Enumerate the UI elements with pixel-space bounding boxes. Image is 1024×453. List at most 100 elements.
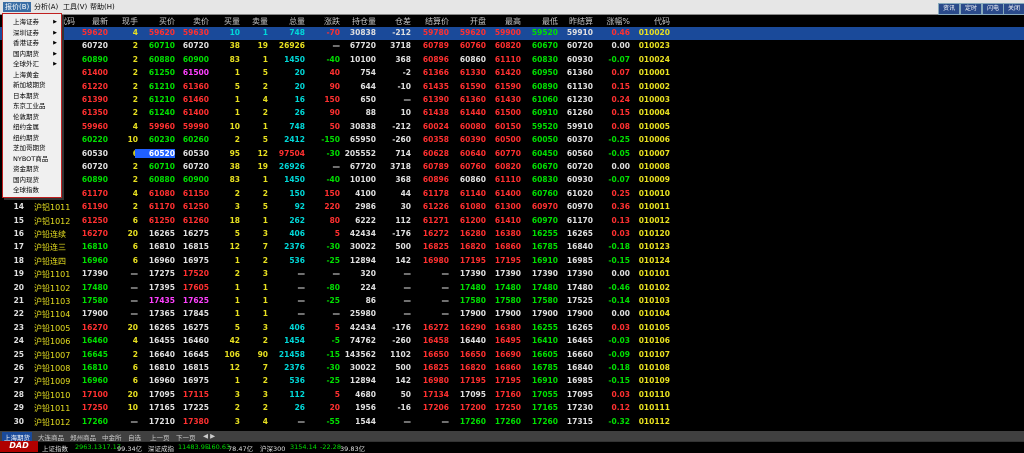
table-cell: 17900 (494, 309, 521, 319)
table-row[interactable]: 61350 2 61240 61400 1 2 26 90 88 10 61438 61440 6150… (0, 107, 1024, 120)
table-row[interactable]: 60720 2 60710 60720 38 19 26926—67720 3718 60789… (0, 161, 1024, 174)
header-cell[interactable]: 卖量 (228, 16, 268, 27)
table-row[interactable]: 59960 4 59960 59990 10 1 748 50 30838 -212 60024 60… (0, 121, 1024, 134)
submenu-arrow-icon: ▶ (53, 29, 57, 36)
table-cell: 0.15 (611, 81, 630, 91)
context-menu-item[interactable]: 东京工业品 (13, 101, 59, 111)
table-cell: 59620 (459, 28, 486, 37)
table-cell: 16860 (494, 242, 521, 252)
close-button[interactable]: 关闭 (1003, 3, 1024, 15)
header-cell[interactable]: 最低 (518, 16, 558, 27)
table-cell: 60930 (566, 175, 593, 185)
context-menu-item[interactable]: 新加坡期货 (13, 80, 59, 90)
table-row[interactable]: 27 沪铅1009 16960 6 16960 16975 1 2 536 -25 12894 142… (0, 375, 1024, 388)
table-cell: 60830 (531, 175, 558, 185)
table-cell: 10100 (349, 54, 376, 64)
context-menu-item[interactable]: 全球外汇 ▶ (13, 59, 59, 69)
header-cell[interactable]: 最高 (481, 16, 521, 27)
table-row[interactable]: 61400 2 61250 61500 1 5 20 40 754 -2 61366 61330 614… (0, 67, 1024, 80)
header-cell[interactable]: 涨幅% (590, 16, 630, 27)
table-cell: 60789 (422, 162, 449, 171)
menu-analysis[interactable]: 分析(A) (34, 2, 58, 12)
table-row[interactable]: 25 沪铅1007 16645 2 16640 16645 106 90 21458 -15 143… (0, 349, 1024, 362)
header-cell[interactable]: 仓差 (371, 16, 411, 27)
flash-button[interactable]: 闪电 (982, 3, 1004, 15)
timer-button[interactable]: 定时 (960, 3, 982, 15)
table-row[interactable]: 59620 4 59620 59630 10 1 748 -70 30838 -212 59780 5… (0, 27, 1024, 40)
table-cell: 16860 (494, 363, 521, 372)
context-menu-item[interactable]: 芝加哥期货 (13, 143, 59, 153)
header-cell[interactable]: 代码 (630, 16, 670, 27)
table-row[interactable]: 60890 2 60880 60900 83 1 1450 -40 10100 368 60896 6… (0, 174, 1024, 187)
header-cell[interactable]: 开盘 (446, 16, 486, 27)
header-cell[interactable]: 涨跌 (300, 16, 340, 27)
header-cell[interactable]: 昨结算 (553, 16, 593, 27)
menu-quote[interactable]: 报价(B) (3, 2, 32, 12)
table-cell: -25 (326, 296, 340, 305)
table-row[interactable]: 21 沪铅1103 17580—17435 17625 1 1— -25 86— —17580 1… (0, 295, 1024, 308)
table-cell: -260 (392, 135, 411, 145)
table-row[interactable]: 60720 2 60710 60720 38 19 26926—67720 3718 60789… (0, 40, 1024, 53)
context-menu-item[interactable]: 上海证券 ▶ (13, 17, 59, 27)
table-cell: 010103 (638, 296, 670, 305)
context-menu-item[interactable]: 日本期货 (13, 91, 59, 101)
table-row[interactable]: 60220 10 60230 60260 2 5 2412 -150 65950 -260 6035… (0, 134, 1024, 147)
table-cell: — (332, 269, 341, 279)
row-number: 23 (13, 322, 24, 332)
table-cell: -40 (326, 175, 340, 185)
table-cell: 59910 (566, 121, 593, 131)
header-cell[interactable]: 现手 (98, 16, 138, 27)
table-row[interactable]: 29 沪铅1011 17250 10 17165 17225 2 2 26 20 1956 -16 17… (0, 402, 1024, 415)
context-menu-item[interactable]: 全球指数 (13, 185, 59, 195)
table-row[interactable]: 18 沪铅连四 16960 6 16960 16975 1 2 536 -25 12894 142 16… (0, 255, 1024, 268)
table-row[interactable]: 23 沪铅1005 16270 20 16265 16275 5 3 406 5 42434 -176… (0, 322, 1024, 335)
context-menu-item[interactable]: 国内期货 ▶ (13, 49, 59, 59)
table-row[interactable]: 61170 4 61080 61150 2 2 150 150 4100 44 61178 61140… (0, 188, 1024, 201)
table-row[interactable]: 19 沪铅1101 17390—17275 17520 2 3— —320— —17390 17… (0, 268, 1024, 281)
table-row[interactable]: 15 沪铝1012 61250 6 61250 61260 18 1 262 80 6222 112 6… (0, 215, 1024, 228)
table-row[interactable]: 22 沪铅1104 17900—17365 17845 1 1— —25980— —17900… (0, 308, 1024, 321)
header-cell[interactable]: 总量 (265, 16, 305, 27)
header-cell[interactable]: 持仓量 (336, 16, 376, 27)
table-cell: 150 (324, 188, 340, 198)
context-menu-item[interactable]: NYBOT商品 (13, 154, 59, 164)
table-cell: 010123 (638, 242, 670, 252)
table-row[interactable]: 16 沪铅连续 16270 20 16265 16275 5 3 406 5 42434 -176 16… (0, 228, 1024, 241)
table-row[interactable]: 61390 2 61210 61460 1 4 16 150 650—61390 61360 614… (0, 94, 1024, 107)
header-cell[interactable]: 结算价 (409, 16, 449, 27)
menu-tools[interactable]: 工具(V) (63, 2, 87, 12)
context-menu-item[interactable]: 纽约期货 (13, 133, 59, 143)
table-cell: 26 (294, 403, 305, 413)
table-cell: 010023 (638, 41, 670, 51)
table-cell: 17480 (566, 282, 593, 292)
market-tab[interactable]: ◀ ▶ (203, 432, 215, 440)
news-button[interactable]: 资讯 (938, 3, 960, 15)
table-row[interactable]: 60890 2 60880 60900 83 1 1450 -40 10100 368 60896 6… (0, 54, 1024, 67)
table-row[interactable]: 24 沪铅1006 16460 4 16455 16460 42 2 1454 -5 74762 -2… (0, 335, 1024, 348)
table-row[interactable]: 20 沪铅1102 17480—17395 17605 1 1— -80 224— —17480… (0, 282, 1024, 295)
table-row[interactable]: 28 沪铅1010 17100 20 17095 17115 3 3 112 5 4680 50 171… (0, 389, 1024, 402)
table-row[interactable]: 17 沪铅连三 16810 6 16810 16815 12 7 2376 -30 30022 500… (0, 241, 1024, 254)
table-cell: -212 (392, 121, 411, 131)
context-menu-item[interactable]: 香港证券 ▶ (13, 38, 59, 48)
context-menu-item[interactable]: 深圳证券 ▶ (13, 28, 59, 38)
table-cell: 44 (400, 188, 411, 198)
table-cell: -0.18 (608, 363, 630, 372)
table-cell: 60830 (531, 54, 558, 64)
table-cell: 644 (360, 81, 376, 91)
table-row[interactable]: 6053066052060530951297504-30205552714606… (0, 148, 1024, 161)
row-number: 28 (13, 389, 24, 399)
table-cell: 17390 (566, 269, 593, 279)
context-menu-item[interactable]: 纽约金属 (13, 122, 59, 132)
context-menu-item[interactable]: 资金期货 (13, 164, 59, 174)
table-row[interactable]: 61220 2 61210 61360 5 2 20 90 644 -10 61435 61590 61… (0, 81, 1024, 94)
context-menu-item[interactable]: 上海黄金 (13, 70, 59, 80)
table-row[interactable]: 26 沪铅1008 16810 6 16810 16815 12 7 2376 -30 30022 5… (0, 362, 1024, 375)
menu-help[interactable]: 帮助(H) (90, 2, 115, 12)
table-row[interactable]: 30 沪铅1012 17260—17210 17380 3 4— -55 1544— —1726… (0, 416, 1024, 429)
table-row[interactable]: 14 沪铝1011 61190 2 61170 61250 3 5 92 220 2986 30 612… (0, 201, 1024, 214)
context-menu-item[interactable]: 伦敦期货 (13, 112, 59, 122)
table-cell: 90 (257, 349, 268, 359)
table-cell: 2 (132, 162, 138, 171)
context-menu-item[interactable]: 国内现货 (13, 175, 59, 185)
